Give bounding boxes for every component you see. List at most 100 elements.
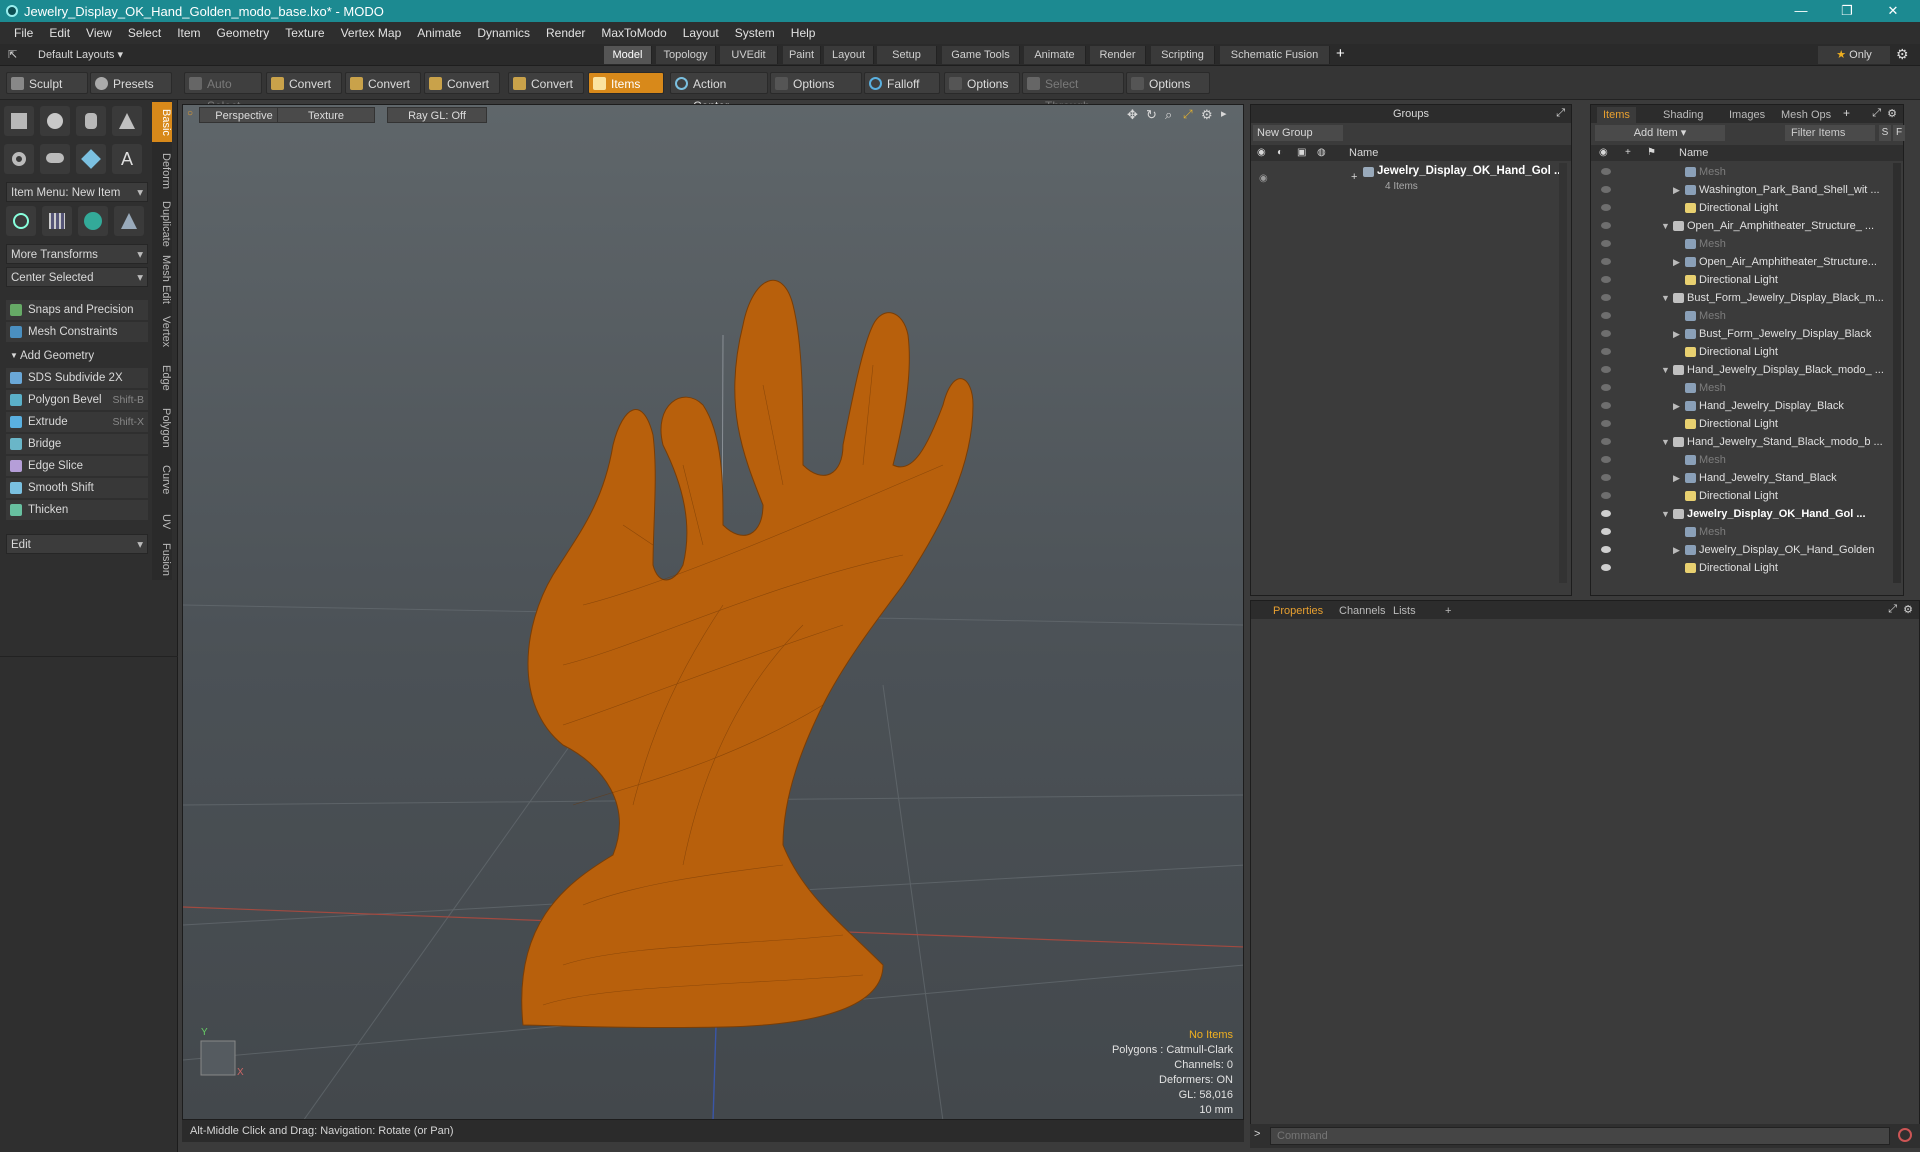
vtab-fusion[interactable]: Fusion [152, 540, 172, 580]
menu-maxtomodo[interactable]: MaxToModo [593, 26, 674, 40]
cube-primitive-icon[interactable] [4, 106, 34, 136]
visibility-eye-icon[interactable] [1601, 276, 1611, 283]
items-mode-button[interactable]: Items [588, 72, 664, 94]
capsule-primitive-icon[interactable] [40, 144, 70, 174]
layout-tab-paint[interactable]: Paint [783, 46, 821, 64]
tool-bridge-button[interactable]: Bridge [6, 434, 148, 454]
items-tab-mesh-ops[interactable]: Mesh Ops [1775, 107, 1837, 123]
group-visibility-icon[interactable]: ◉ [1259, 173, 1268, 184]
item-row[interactable]: Directional Light [1591, 199, 1903, 217]
visibility-eye-icon[interactable] [1601, 492, 1611, 499]
layout-tab-topology[interactable]: Topology [656, 46, 716, 64]
tool-edge-slice-button[interactable]: Edge Slice [6, 456, 148, 476]
command-input[interactable] [1270, 1127, 1890, 1145]
close-icon[interactable]: ✕ [1872, 0, 1914, 22]
visibility-eye-icon[interactable] [1601, 168, 1611, 175]
sphere-primitive-icon[interactable] [40, 106, 70, 136]
vtab-mesh-edit[interactable]: Mesh Edit [152, 250, 172, 308]
item-row[interactable]: Directional Light [1591, 487, 1903, 505]
items-tab-items[interactable]: Items [1597, 107, 1636, 123]
collapse-arrow-icon[interactable]: ▼ [1661, 361, 1670, 379]
more-transforms-dropdown[interactable]: More Transforms [6, 244, 148, 265]
layout-tab-animate[interactable]: Animate [1024, 46, 1086, 64]
filter-items-input[interactable]: Filter Items [1785, 125, 1875, 141]
item-row[interactable]: Directional Light [1591, 415, 1903, 433]
collapse-arrow-icon[interactable]: ▼ [1661, 505, 1670, 523]
menu-view[interactable]: View [78, 26, 120, 40]
pen-tool-icon[interactable] [76, 144, 106, 174]
collapse-arrow-icon[interactable]: ▼ [1661, 433, 1670, 451]
menu-geometry[interactable]: Geometry [209, 26, 278, 40]
item-row[interactable]: ▶ Bust_Form_Jewelry_Display_Black [1591, 325, 1903, 343]
center-selected-dropdown[interactable]: Center Selected [6, 267, 148, 288]
torus-primitive-icon[interactable] [4, 144, 34, 174]
convert-items-button[interactable]: Convert [508, 72, 584, 94]
snaps-precision-button[interactable]: Snaps and Precision [6, 300, 148, 320]
item-row[interactable]: Mesh [1591, 235, 1903, 253]
vtab-curve[interactable]: Curve [152, 456, 172, 504]
layout-tab-render[interactable]: Render [1090, 46, 1146, 64]
menu-item[interactable]: Item [169, 26, 208, 40]
item-row[interactable]: Directional Light [1591, 559, 1903, 577]
visibility-eye-icon[interactable] [1601, 456, 1611, 463]
transform-tool-icon[interactable] [6, 206, 36, 236]
items-add-tab-button[interactable]: + [1843, 106, 1850, 120]
visibility-eye-icon[interactable] [1601, 294, 1611, 301]
visibility-eye-icon[interactable] [1601, 510, 1611, 517]
item-row[interactable]: ▼ Jewelry_Display_OK_Hand_Gol ... [1591, 505, 1903, 523]
add-item-button[interactable]: Add Item ▾ [1595, 125, 1725, 141]
mesh-constraints-button[interactable]: Mesh Constraints [6, 322, 148, 342]
items-expand-icon[interactable]: ⤢ [1872, 107, 1881, 120]
visibility-eye-icon[interactable] [1601, 204, 1611, 211]
visibility-eye-icon[interactable] [1601, 330, 1611, 337]
group-row[interactable]: ◉ + Jewelry_Display_OK_Hand_Gol ... 4 It… [1251, 163, 1571, 197]
select-through-button[interactable]: Select Through [1022, 72, 1124, 113]
menu-help[interactable]: Help [783, 26, 824, 40]
menu-dynamics[interactable]: Dynamics [469, 26, 538, 40]
item-row[interactable]: Mesh [1591, 379, 1903, 397]
item-row[interactable]: Mesh [1591, 163, 1903, 181]
action-center-button[interactable]: Action Center [670, 72, 768, 113]
props-tab-properties[interactable]: Properties [1267, 603, 1329, 619]
items-scrollbar[interactable] [1893, 163, 1901, 583]
item-menu-dropdown[interactable]: Item Menu: New Item [6, 182, 148, 203]
layout-preset-dropdown[interactable]: Default Layouts ▾ [38, 48, 123, 61]
globe-icon[interactable] [78, 206, 108, 236]
menu-file[interactable]: File [6, 26, 41, 40]
visibility-eye-icon[interactable] [1601, 402, 1611, 409]
items-settings-icon[interactable]: ⚙ [1887, 107, 1897, 120]
expand-arrow-icon[interactable]: ▶ [1673, 397, 1680, 415]
items-tab-shading[interactable]: Shading [1657, 107, 1709, 123]
item-row[interactable]: Mesh [1591, 451, 1903, 469]
item-row[interactable]: ▶ Jewelry_Display_OK_Hand_Golden [1591, 541, 1903, 559]
vtab-basic[interactable]: Basic [152, 102, 172, 142]
text-tool-icon[interactable]: A [112, 144, 142, 174]
groups-expand-icon[interactable]: ⤢ [1556, 107, 1565, 120]
item-row[interactable]: Directional Light [1591, 343, 1903, 361]
cylinder-primitive-icon[interactable] [76, 106, 106, 136]
auto-select-button[interactable]: Auto Select [184, 72, 262, 113]
expand-arrow-icon[interactable]: ▶ [1673, 181, 1680, 199]
item-row[interactable]: Mesh [1591, 307, 1903, 325]
props-add-tab-button[interactable]: + [1439, 603, 1457, 619]
visibility-eye-icon[interactable] [1601, 528, 1611, 535]
items-tab-images[interactable]: Images [1723, 107, 1771, 123]
tool-thicken-button[interactable]: Thicken [6, 500, 148, 520]
vtab-edge[interactable]: Edge [152, 356, 172, 400]
vtab-polygon[interactable]: Polygon [152, 402, 172, 454]
minimize-icon[interactable]: — [1780, 0, 1822, 22]
convert-polygons-button[interactable]: Convert [424, 72, 500, 94]
item-row[interactable]: ▶ Hand_Jewelry_Stand_Black [1591, 469, 1903, 487]
expand-arrow-icon[interactable]: ▶ [1673, 253, 1680, 271]
visibility-eye-icon[interactable] [1601, 438, 1611, 445]
settings-gear-icon[interactable]: ⚙ [1896, 46, 1909, 63]
tool-sds-subdivide-2x-button[interactable]: SDS Subdivide 2X [6, 368, 148, 388]
filter-s-button[interactable]: S [1879, 125, 1891, 141]
layout-grip-icon[interactable]: ⇱ [8, 48, 17, 61]
only-button[interactable]: ★ Only [1818, 46, 1890, 64]
falloff-options-button[interactable]: Options [944, 72, 1020, 94]
item-row[interactable]: ▶ Washington_Park_Band_Shell_wit ... [1591, 181, 1903, 199]
group-add-icon[interactable]: + [1351, 171, 1357, 183]
tool-smooth-shift-button[interactable]: Smooth Shift [6, 478, 148, 498]
layout-tab-schematic-fusion[interactable]: Schematic Fusion [1220, 46, 1330, 64]
